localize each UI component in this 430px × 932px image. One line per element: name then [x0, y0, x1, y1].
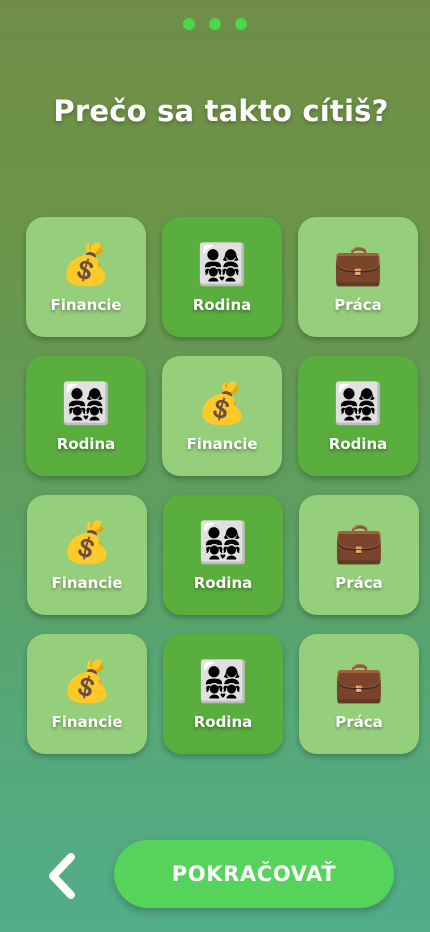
reason-tile-rodina[interactable]: 👨‍👩‍👧‍👧 Rodina: [298, 356, 418, 476]
progress-dot: [235, 18, 247, 30]
briefcase-icon: 💼: [333, 242, 383, 288]
briefcase-icon: 💼: [334, 520, 384, 566]
reason-tile-label: Práca: [335, 713, 383, 731]
money-bag-icon: 💰: [197, 381, 247, 427]
reason-tile-label: Rodina: [328, 435, 388, 453]
family-icon: 👨‍👩‍👧‍👧: [197, 242, 247, 288]
chevron-left-icon: [49, 853, 75, 899]
reason-tile-label: Financie: [186, 435, 258, 453]
progress-dot: [183, 18, 195, 30]
family-icon: 👨‍👩‍👧‍👧: [333, 381, 383, 427]
reason-tile-financie[interactable]: 💰 Financie: [26, 217, 146, 337]
reason-tile-praca[interactable]: 💼 Práca: [298, 217, 418, 337]
money-bag-icon: 💰: [62, 659, 112, 705]
reason-tile-praca[interactable]: 💼 Práca: [299, 495, 419, 615]
reason-tile-label: Práca: [334, 296, 382, 314]
reason-tile-financie[interactable]: 💰 Financie: [27, 634, 147, 754]
progress-dots: [0, 18, 430, 30]
reason-tile-label: Financie: [51, 574, 123, 592]
briefcase-icon: 💼: [334, 659, 384, 705]
page-title: Prečo sa takto cítiš?: [53, 94, 389, 128]
family-icon: 👨‍👩‍👧‍👧: [61, 381, 111, 427]
reason-tile-rodina[interactable]: 👨‍👩‍👧‍👧 Rodina: [26, 356, 146, 476]
family-icon: 👨‍👩‍👧‍👧: [198, 659, 248, 705]
reason-tile-financie[interactable]: 💰 Financie: [27, 495, 147, 615]
family-icon: 👨‍👩‍👧‍👧: [198, 520, 248, 566]
reason-tile-rodina[interactable]: 👨‍👩‍👧‍👧 Rodina: [163, 495, 283, 615]
money-bag-icon: 💰: [62, 520, 112, 566]
reason-tile-label: Rodina: [56, 435, 116, 453]
back-button[interactable]: [38, 848, 84, 904]
continue-button[interactable]: POKRAČOVAŤ: [114, 840, 394, 908]
reason-tile-label: Rodina: [192, 296, 252, 314]
reason-tile-praca[interactable]: 💼 Práca: [299, 634, 419, 754]
reason-tile-label: Práca: [335, 574, 383, 592]
reason-tile-rodina[interactable]: 👨‍👩‍👧‍👧 Rodina: [163, 634, 283, 754]
reason-tile-financie[interactable]: 💰 Financie: [162, 356, 282, 476]
reason-tile-rodina[interactable]: 👨‍👩‍👧‍👧 Rodina: [162, 217, 282, 337]
progress-dot: [209, 18, 221, 30]
money-bag-icon: 💰: [61, 242, 111, 288]
reason-tile-label: Financie: [51, 713, 123, 731]
reason-tile-label: Rodina: [193, 713, 253, 731]
reason-tile-label: Financie: [50, 296, 122, 314]
reason-tile-label: Rodina: [193, 574, 253, 592]
